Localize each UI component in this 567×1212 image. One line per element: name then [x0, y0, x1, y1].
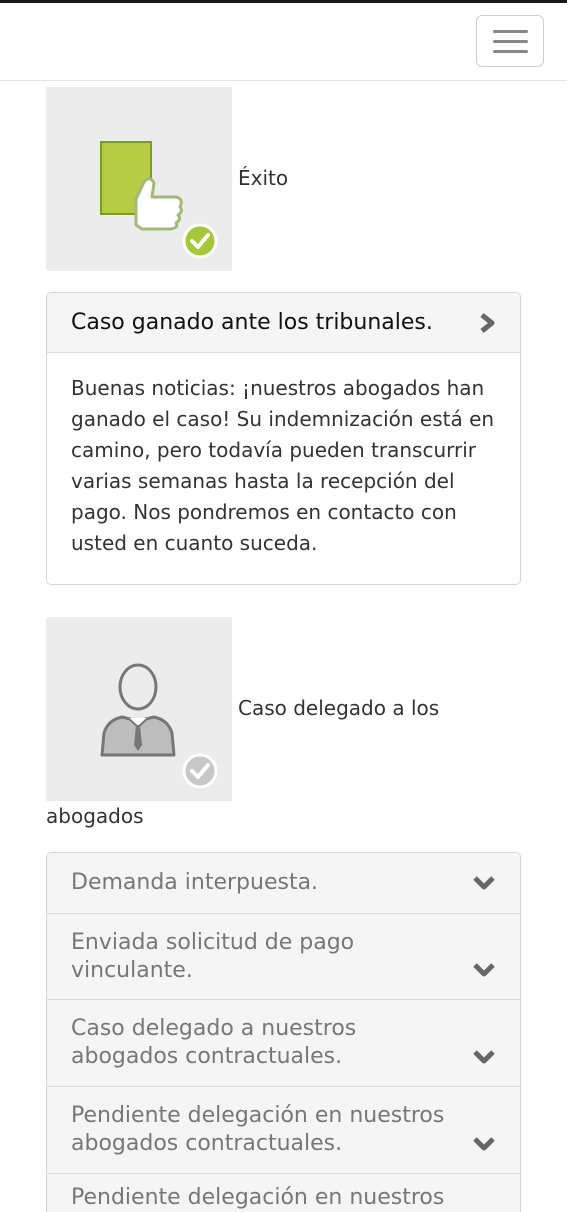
- history-item-title: Pendiente delegación en nuestros: [71, 1185, 445, 1210]
- chevron-down-icon: [473, 876, 495, 890]
- chevron-down-icon: [473, 1050, 495, 1064]
- status-image: [46, 87, 232, 271]
- chevron-right-icon: [480, 312, 495, 333]
- status-label-continued: abogados: [46, 804, 144, 828]
- panel-title: Caso ganado ante los tribunales.: [71, 309, 433, 335]
- history-item[interactable]: Demanda interpuesta.: [47, 853, 520, 913]
- history-item-line2: abogados contractuales.: [71, 1131, 343, 1156]
- success-panel: Caso ganado ante los tribunales. Buenas …: [46, 292, 521, 585]
- lawyer-person-icon: [100, 663, 218, 789]
- history-item-line2: vinculante.: [71, 957, 193, 983]
- history-item-line2: abogados contractuales.: [71, 1044, 343, 1069]
- hamburger-icon-bar: [493, 50, 528, 53]
- status-label: Caso delegado a los: [238, 696, 440, 720]
- status-delegated: Caso delegado a los abogados: [46, 617, 526, 831]
- panel-body: Buenas noticias: ¡nuestros abogados han …: [71, 376, 495, 555]
- history-item-title: Caso delegado a nuestros abogados contra…: [71, 1015, 356, 1071]
- history-item[interactable]: Caso delegado a nuestros abogados contra…: [47, 999, 520, 1086]
- history-item[interactable]: Enviada solicitud de pago vinculante.: [47, 913, 520, 999]
- hamburger-icon-bar: [493, 40, 528, 43]
- history-item-title: Enviada solicitud de pago vinculante.: [71, 929, 354, 985]
- status-label: Éxito: [238, 166, 289, 190]
- hamburger-icon: [493, 30, 528, 33]
- panel-heading[interactable]: Caso ganado ante los tribunales.: [47, 293, 520, 353]
- history-item-title: Pendiente delegación en nuestros abogado…: [71, 1102, 444, 1158]
- status-success: Éxito: [46, 87, 526, 271]
- history-item[interactable]: Pendiente delegación en nuestros abogado…: [47, 1086, 520, 1173]
- history-accordion: Demanda interpuesta. Enviada solicitud d…: [46, 852, 521, 1212]
- navbar: [0, 3, 567, 81]
- history-item-title: Demanda interpuesta.: [71, 870, 319, 895]
- thumbs-up-document-icon: [100, 141, 218, 259]
- chevron-down-icon: [473, 963, 495, 977]
- history-item-line1: Enviada solicitud de pago: [71, 929, 355, 955]
- history-item[interactable]: Pendiente delegación en nuestros: [47, 1173, 520, 1212]
- history-item-line1: Pendiente delegación en nuestros: [71, 1103, 445, 1128]
- history-item-line1: Caso delegado a nuestros: [71, 1016, 357, 1041]
- hamburger-menu-button[interactable]: [476, 15, 544, 67]
- chevron-down-icon: [473, 1137, 495, 1151]
- status-image: [46, 617, 232, 801]
